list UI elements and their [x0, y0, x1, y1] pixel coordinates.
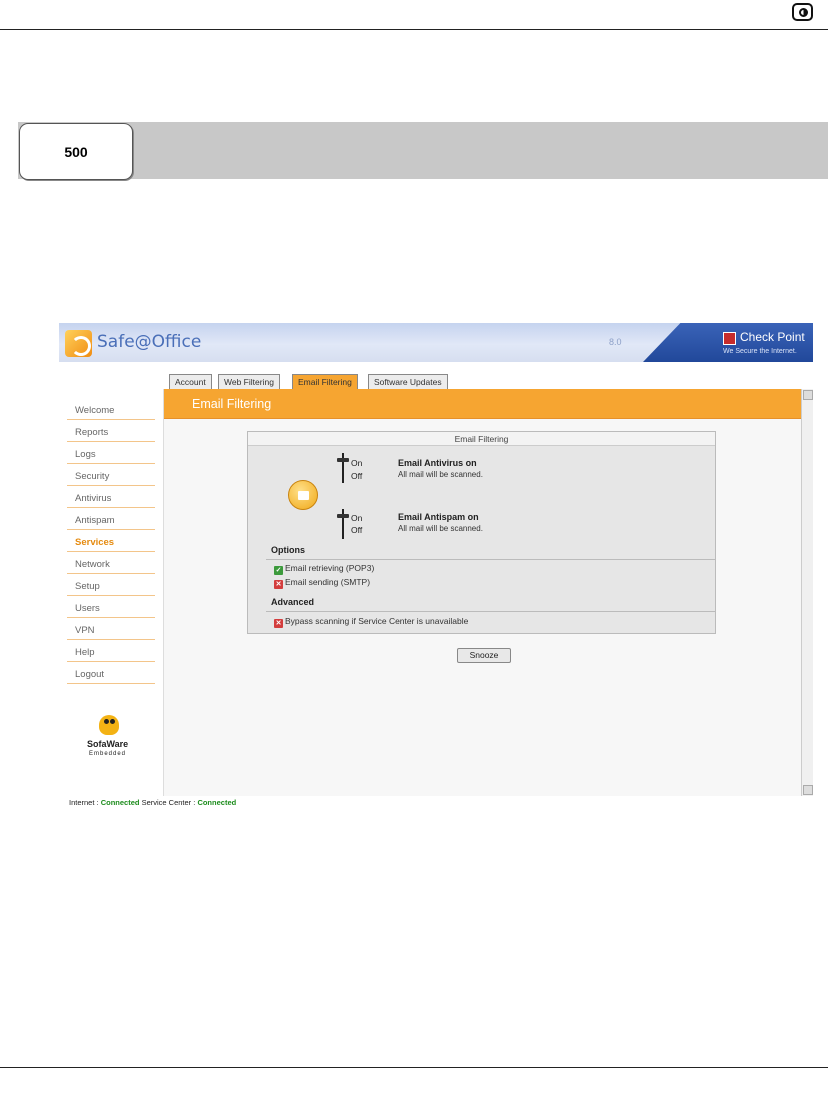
options-label: Options	[271, 545, 305, 555]
sofaware-mascot-icon	[95, 709, 123, 737]
advanced-label: Advanced	[271, 597, 315, 607]
status-bar: Internet : Connected Service Center : Co…	[59, 796, 813, 810]
panel-header: Email Filtering	[248, 432, 715, 446]
tab-account[interactable]: Account	[169, 374, 212, 389]
sidebar-item-services[interactable]: Services	[67, 530, 155, 552]
tab-software-updates[interactable]: Software Updates	[368, 374, 448, 389]
check-point-logo-icon	[723, 332, 736, 345]
service-center-status-label: Service Center :	[141, 798, 196, 807]
sidebar: Welcome Reports Logs Security Antivirus …	[59, 362, 159, 796]
antispam-switch-off-label[interactable]: Off	[351, 525, 362, 535]
option-bypass-scanning[interactable]: ✕ Bypass scanning if Service Center is un…	[274, 616, 468, 628]
tab-email-filtering[interactable]: Email Filtering	[292, 374, 358, 389]
checked-icon[interactable]: ✓	[274, 566, 283, 575]
sidebar-item-vpn[interactable]: VPN	[67, 618, 155, 640]
sidebar-item-users[interactable]: Users	[67, 596, 155, 618]
email-filtering-panel: Email Filtering On Off Email Antivirus o…	[247, 431, 716, 634]
snooze-button[interactable]: Snooze	[457, 648, 511, 663]
sidebar-item-security[interactable]: Security	[67, 464, 155, 486]
internet-status-label: Internet :	[69, 798, 99, 807]
advanced-divider	[266, 611, 715, 612]
bottom-rule	[0, 1067, 828, 1068]
app-header: Safe@Office 8.0 Check Point We Secure th…	[59, 323, 813, 362]
sidebar-item-reports[interactable]: Reports	[67, 420, 155, 442]
vendor-name: Check Point	[740, 330, 805, 344]
sidebar-item-setup[interactable]: Setup	[67, 574, 155, 596]
option-label: Bypass scanning if Service Center is una…	[285, 616, 469, 626]
sidebar-item-antivirus[interactable]: Antivirus	[67, 486, 155, 508]
safe-at-office-logo-icon	[65, 330, 92, 357]
antivirus-switch[interactable]	[337, 453, 349, 483]
content-scrollbar[interactable]	[801, 389, 813, 796]
option-email-sending[interactable]: ✕ Email sending (SMTP)	[274, 577, 370, 589]
sidebar-item-help[interactable]: Help	[67, 640, 155, 662]
email-filtering-icon	[288, 480, 318, 510]
model-label: 500	[19, 123, 133, 180]
tab-web-filtering[interactable]: Web Filtering	[218, 374, 280, 389]
antivirus-switch-on-label[interactable]: On	[351, 458, 362, 468]
antispam-status-title: Email Antispam on	[398, 512, 479, 522]
sofaware-brand: SofaWare	[87, 739, 129, 749]
vendor-tagline: We Secure the Internet.	[723, 348, 797, 355]
antivirus-switch-off-label[interactable]: Off	[351, 471, 362, 481]
option-email-retrieving[interactable]: ✓ Email retrieving (POP3)	[274, 563, 374, 575]
option-label: Email retrieving (POP3)	[285, 563, 375, 573]
service-center-status-value: Connected	[197, 798, 237, 807]
sofaware-sub: Embedded	[89, 751, 127, 757]
options-divider	[266, 559, 715, 560]
antispam-switch-on-label[interactable]: On	[351, 513, 362, 523]
unchecked-icon[interactable]: ✕	[274, 580, 283, 589]
sidebar-item-logout[interactable]: Logout	[67, 662, 155, 684]
app-brand: Safe@Office	[97, 332, 202, 352]
antispam-status-desc: All mail will be scanned.	[398, 524, 483, 533]
page-title-bar: Email Filtering	[164, 389, 802, 419]
unchecked-icon[interactable]: ✕	[274, 619, 283, 628]
sidebar-item-antispam[interactable]: Antispam	[67, 508, 155, 530]
top-rule	[0, 29, 828, 30]
sidebar-item-network[interactable]: Network	[67, 552, 155, 574]
antivirus-status-title: Email Antivirus on	[398, 458, 477, 468]
internet-status-value: Connected	[100, 798, 140, 807]
sidebar-item-welcome[interactable]: Welcome	[67, 398, 155, 420]
scroll-down-button[interactable]	[803, 785, 813, 795]
sidebar-item-logs[interactable]: Logs	[67, 442, 155, 464]
scroll-up-button[interactable]	[803, 390, 813, 400]
option-label: Email sending (SMTP)	[285, 577, 371, 587]
page-title: Email Filtering	[192, 397, 272, 411]
antispam-switch[interactable]	[337, 509, 349, 539]
app-version: 8.0	[609, 337, 622, 347]
model-band	[18, 122, 828, 179]
document-mode-icon	[792, 3, 813, 21]
antivirus-status-desc: All mail will be scanned.	[398, 470, 483, 479]
app-window: Safe@Office 8.0 Check Point We Secure th…	[59, 323, 813, 810]
